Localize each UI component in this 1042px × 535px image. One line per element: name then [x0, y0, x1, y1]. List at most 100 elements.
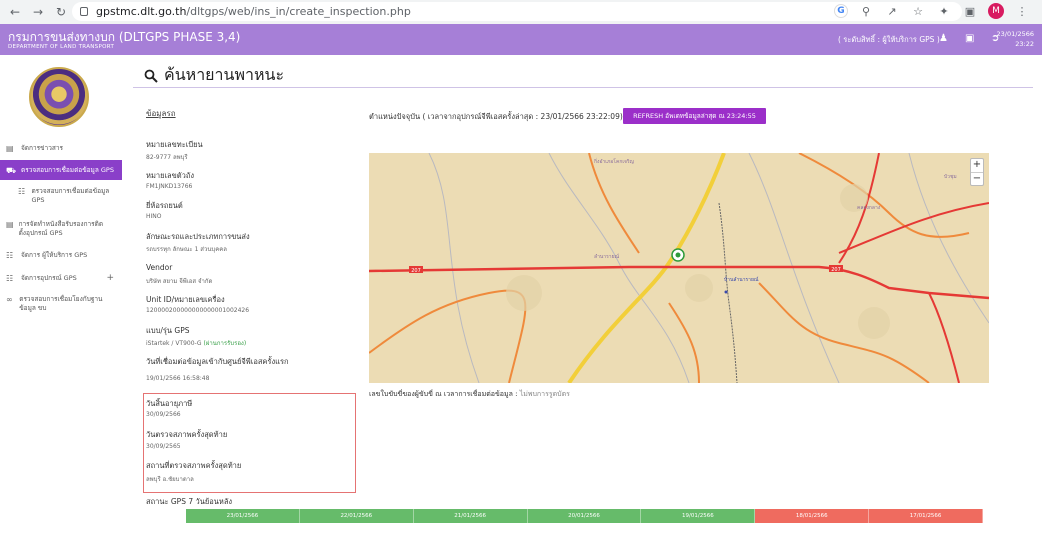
page-title-text: ค้นหายานพาหนะ	[164, 65, 285, 84]
road-label: 207	[831, 267, 841, 273]
sidebar-item-label: ตรวจสอบการเชื่อมโยงกับฐานข้อมูล ขบ	[19, 295, 103, 312]
app-subtitle: DEPARTMENT OF LAND TRANSPORT	[8, 44, 115, 50]
url-path: /dltgps/web/ins_in/create_inspection.php	[186, 5, 411, 18]
sidebar-item-label: ตรวจสอบการเชื่อมต่อข้อมูล GPS	[21, 165, 114, 174]
document-icon: ▤	[6, 220, 14, 229]
search-icon	[144, 69, 158, 83]
sidebar-item-label: การจัดทำหนังสือรับรองการติดตั้งอุปกรณ์ G…	[18, 220, 104, 237]
sidebar-item-label: จัดการ ผู้ให้บริการ GPS	[21, 251, 88, 259]
newspaper-icon: ▤	[6, 144, 14, 153]
sitemap-icon: ☷	[6, 274, 14, 283]
profile-avatar[interactable]: M	[988, 3, 1004, 19]
field-value: 30/09/2566	[146, 411, 181, 418]
field-value: HINO	[146, 213, 162, 220]
road-label: 207	[411, 268, 421, 274]
field-label: วันตรวจสภาพครั้งสุดท้าย	[146, 430, 228, 439]
share-icon[interactable]: ↗	[884, 5, 900, 18]
field-label: สถานที่ตรวจสภาพครั้งสุดท้าย	[146, 461, 242, 470]
vehicle-info-heading: ข้อมูลรถ	[146, 109, 176, 118]
title-divider	[133, 87, 1033, 88]
field-value: รถบรรทุก ลักษณะ 1 ส่วนบุคคล	[146, 246, 227, 253]
department-logo	[29, 67, 89, 127]
field-label: หมายเลขตัวถัง	[146, 171, 195, 180]
refresh-label: REFRESH อัพเดทข้อมูลล่าสุด ณ 23:24:55	[633, 112, 756, 120]
address-bar[interactable]: gpstmc.dlt.go.th/dltgps/web/ins_in/creat…	[72, 2, 962, 21]
sidebar-item-db-link[interactable]: ∞ ตรวจสอบการเชื่อมโยงกับฐานข้อมูล ขบ	[0, 295, 110, 313]
place-label: บ้านลำนารายณ์	[724, 276, 759, 283]
monitor-icon[interactable]: ▣	[965, 33, 974, 44]
sidebar-item-label: จัดการข่าวสาร	[21, 144, 63, 152]
zoom-out-button[interactable]: −	[971, 172, 983, 185]
header-date: 23/01/2566	[996, 30, 1034, 38]
google-translate-icon[interactable]: G	[834, 4, 848, 18]
field-label: ยี่ห้อรถยนต์	[146, 201, 183, 210]
sidebar-item-label: จัดการอุปกรณ์ GPS	[21, 274, 77, 282]
status-day: 21/01/2566	[413, 509, 528, 523]
page-title: ค้นหายานพาหนะ	[144, 63, 284, 88]
field-label: Vendor	[146, 263, 173, 272]
certified-badge: (ผ่านการรับรอง)	[203, 340, 247, 347]
driver-license-label: เลขใบขับขี่ของผู้ขับขี่ ณ เวลาการเชื่อมต…	[369, 390, 518, 398]
truck-icon: ⛟	[6, 165, 17, 175]
header-datetime: 23/01/2566 23:22	[997, 29, 1034, 49]
app-header: กรมการขนส่งทางบก (DLTGPS PHASE 3,4) DEPA…	[0, 24, 1042, 55]
link-icon: ∞	[6, 295, 13, 304]
zoom-control: + −	[970, 158, 984, 186]
extensions-icon[interactable]: ✦	[936, 5, 952, 18]
star-icon[interactable]: ☆	[910, 5, 926, 18]
current-position-text: ตำแหน่งปัจจุบัน ( เวลาจากอุปกรณ์จีพีเอสค…	[369, 112, 623, 121]
lock-icon	[80, 7, 88, 16]
sidebar: ▤ จัดการข่าวสาร ⛟ ตรวจสอบการเชื่อมต่อข้อ…	[0, 55, 122, 535]
place-label: กิ่งอำเภอโคกเจริญ	[594, 158, 634, 165]
field-value: บริษัท สยาม จีพีเอส จำกัด	[146, 278, 213, 285]
field-value: ลพบุรี อ.ชัยบาดาล	[146, 476, 194, 483]
sidebar-item-news[interactable]: ▤ จัดการข่าวสาร	[0, 144, 122, 153]
field-label: หมายเลขทะเบียน	[146, 140, 203, 149]
sidebar-item-gps-check[interactable]: ⛟ ตรวจสอบการเชื่อมต่อข้อมูล GPS	[0, 160, 122, 180]
status-day: 18/01/2566	[755, 509, 870, 523]
status-day: 19/01/2566	[641, 509, 756, 523]
status-day: 20/01/2566	[527, 509, 642, 523]
reload-icon[interactable]: ↻	[53, 4, 69, 20]
map-view[interactable]: 207 207 กิ่งอำเภอโคกเจริญ คลองกลาง บ้านล…	[369, 153, 989, 383]
field-label: แบบ/รุ่น GPS	[146, 326, 190, 335]
field-value: 30/09/2565	[146, 443, 181, 450]
header-time: 23:22	[1015, 40, 1034, 48]
sidebar-subitem-gps-check[interactable]: ☷ ตรวจสอบการเชื่อมต่อข้อมูล GPS	[0, 187, 110, 205]
refresh-button[interactable]: REFRESH อัพเดทข้อมูลล่าสุด ณ 23:24:55	[623, 108, 766, 124]
field-label: Unit ID/หมายเลขเครื่อง	[146, 295, 225, 304]
expand-plus-icon[interactable]: +	[106, 274, 114, 283]
gps-status-bar: 23/01/2566 22/01/2566 21/01/2566 20/01/2…	[186, 509, 984, 523]
place-label: บัวชุม	[944, 174, 957, 180]
sidebar-item-certificate[interactable]: ▤ การจัดทำหนังสือรับรองการติดตั้งอุปกรณ์…	[0, 220, 110, 238]
field-label: วันสิ้นอายุภาษี	[146, 399, 193, 408]
menu-kebab-icon[interactable]: ⋮	[1014, 5, 1030, 18]
place-label: คลองกลาง	[857, 205, 881, 211]
map-canvas[interactable]: 207 207 กิ่งอำเภอโคกเจริญ คลองกลาง บ้านล…	[369, 153, 989, 383]
field-label: ลักษณะรถและประเภทการขนส่ง	[146, 232, 250, 241]
status-day: 23/01/2566	[186, 509, 300, 523]
field-value: 82-9777 ลพบุรี	[146, 154, 188, 161]
driver-license-line: เลขใบขับขี่ของผู้ขับขี่ ณ เวลาการเชื่อมต…	[369, 389, 570, 400]
sidebar-item-devices[interactable]: ☷ จัดการอุปกรณ์ GPS +	[0, 274, 122, 284]
field-value: iStartek / VT900-G (ผ่านการรับรอง)	[146, 338, 246, 348]
user-icon[interactable]: ♟	[939, 33, 948, 44]
place-label: ลำนารายณ์	[594, 253, 620, 260]
sitemap-icon: ☷	[18, 187, 26, 196]
zoom-icon[interactable]: ⚲	[858, 5, 874, 18]
town-marker-icon	[724, 290, 728, 294]
status-day: 22/01/2566	[299, 509, 414, 523]
user-role: ( ระดับสิทธิ์ : ผู้ให้บริการ GPS )	[838, 35, 940, 44]
field-value: FM1JNKD13766	[146, 183, 193, 190]
sitemap-icon: ☷	[6, 251, 14, 260]
sidebar-item-label: ตรวจสอบการเชื่อมต่อข้อมูล GPS	[31, 187, 110, 204]
gps-status-label: สถานะ GPS 7 วันย้อนหลัง	[146, 497, 233, 506]
gps-model: iStartek / VT900-G	[146, 340, 202, 347]
zoom-in-button[interactable]: +	[971, 159, 983, 172]
sidepanel-icon[interactable]: ▣	[962, 5, 978, 18]
sidebar-item-providers[interactable]: ☷ จัดการ ผู้ให้บริการ GPS	[0, 251, 122, 260]
forward-arrow-icon[interactable]: →	[30, 4, 46, 20]
browser-toolbar: ← → ↻ gpstmc.dlt.go.th/dltgps/web/ins_in…	[0, 0, 1042, 24]
field-value: 19/01/2566 16:58:48	[146, 375, 210, 382]
back-arrow-icon[interactable]: ←	[7, 4, 23, 20]
